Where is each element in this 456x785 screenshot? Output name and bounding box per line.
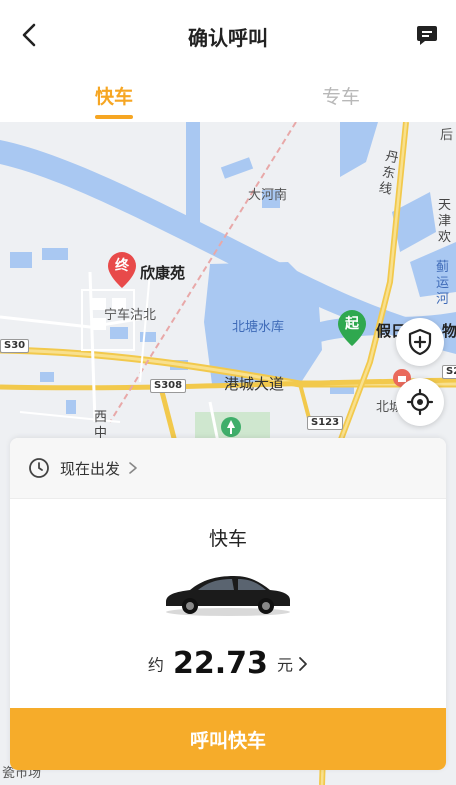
tab-bar: 快车 专车 — [0, 70, 456, 122]
header: 确认呼叫 — [0, 0, 456, 70]
chevron-right-icon — [299, 656, 308, 671]
map-label-gangcheng-avenue: 港城大道 — [224, 375, 285, 393]
shield-plus-icon — [408, 328, 432, 356]
tab-zhuanche[interactable]: 专车 — [322, 82, 360, 109]
map-label-jiyunhe: 蓟运河 — [436, 260, 450, 307]
price-unit: 元 — [277, 655, 294, 675]
message-icon — [417, 26, 437, 45]
clock-icon — [29, 458, 49, 478]
safety-button[interactable] — [396, 318, 444, 366]
page-title: 确认呼叫 — [188, 26, 268, 50]
road-sign-s2: S2 — [442, 365, 456, 379]
tab-kuaiche[interactable]: 快车 — [95, 82, 133, 109]
map-label-tianjin: 天津欢 — [438, 198, 452, 245]
map-label-wu: 物 — [442, 322, 456, 340]
message-button[interactable] — [412, 20, 442, 50]
road-sign-s123: S123 — [307, 416, 344, 430]
car-image — [166, 576, 290, 616]
map-label-ningchegu: 宁车沽北 — [104, 308, 157, 323]
divider — [10, 498, 446, 499]
road-sign-s308: S308 — [150, 379, 187, 393]
locate-button[interactable] — [396, 378, 444, 426]
chevron-right-icon — [129, 462, 137, 474]
map-label-beitang-reservoir: 北塘水库 — [232, 320, 285, 335]
locate-icon — [406, 388, 434, 416]
road-sign-s30: S30 — [0, 339, 30, 353]
start-location-pin: 起 — [336, 308, 368, 348]
price-amount: 22.73 — [173, 646, 268, 681]
price-prefix: 约 — [147, 655, 164, 675]
departure-time-selector[interactable]: 现在出发 — [10, 438, 446, 498]
call-ride-button[interactable]: 呼叫快车 — [10, 708, 446, 770]
map-label-hou: 后 — [440, 128, 454, 143]
map-label-xinkangyuan: 欣康苑 — [140, 264, 186, 282]
map-label-dahenan: 大河南 — [248, 188, 288, 203]
start-pin-label: 起 — [345, 316, 359, 332]
park-poi-icon — [221, 417, 241, 437]
tab-underline — [95, 115, 133, 119]
car-type-label: 快车 — [208, 528, 247, 550]
end-pin-label: 终 — [115, 258, 129, 274]
end-location-pin: 终 — [106, 250, 138, 290]
price-estimate[interactable]: 约 22.73 元 — [10, 646, 446, 681]
departure-time-label: 现在出发 — [60, 459, 121, 478]
